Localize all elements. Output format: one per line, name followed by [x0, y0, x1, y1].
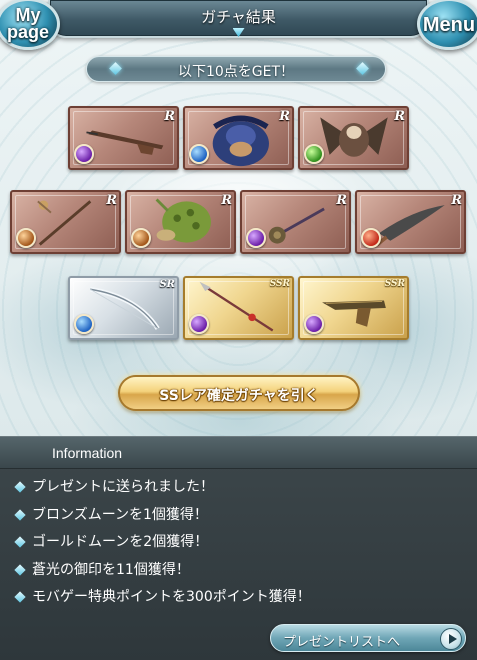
card-5[interactable]: R	[125, 190, 236, 254]
info-text: ゴールドムーンを2個獲得！	[32, 534, 209, 550]
information-title: Information	[52, 445, 123, 461]
menu-label: Menu	[422, 14, 476, 36]
card-10[interactable]: SSR	[298, 276, 409, 340]
card-7[interactable]: R	[355, 190, 466, 254]
information-header: Information	[0, 437, 477, 469]
rarity-badge: SSR	[384, 279, 405, 289]
page-title: ガチャ結果	[201, 8, 276, 26]
dark-element-icon	[74, 144, 94, 164]
water-element-icon	[74, 314, 94, 334]
list-item: 蒼光の御印を11個獲得！	[0, 560, 477, 588]
rarity-badge: R	[394, 109, 405, 124]
diamond-bullet-icon	[14, 591, 26, 603]
list-item: モバゲー特典ポイントを300ポイント獲得！	[0, 587, 477, 615]
present-list-button-label: プレゼントリストへ	[283, 635, 401, 650]
list-item: ゴールドムーンを2個獲得！	[0, 532, 477, 560]
card-1[interactable]: R	[68, 106, 179, 170]
dark-element-icon	[304, 314, 324, 334]
rarity-badge: R	[221, 193, 232, 208]
rarity-badge: R	[164, 109, 175, 124]
rarity-badge: SR	[159, 279, 175, 290]
card-4[interactable]: R	[10, 190, 121, 254]
diamond-bullet-icon	[14, 481, 26, 493]
card-9[interactable]: SSR	[183, 276, 294, 340]
info-text: モバゲー特典ポイントを300ポイント獲得！	[32, 589, 311, 605]
earth-element-icon	[16, 228, 36, 248]
header-gem-icon	[232, 28, 245, 37]
list-item: プレゼントに送られました！	[0, 477, 477, 505]
ssr-gacha-button-label: SSレア確定ガチャを引く	[159, 388, 319, 404]
info-text: プレゼントに送られました！	[32, 479, 214, 495]
diamond-bullet-icon	[14, 563, 26, 576]
rarity-badge: SSR	[269, 279, 290, 289]
fire-element-icon	[361, 228, 381, 248]
water-element-icon	[189, 144, 209, 164]
menu-button[interactable]: Menu	[417, 0, 477, 50]
info-text: 蒼光の御印を11個獲得！	[32, 561, 190, 578]
card-8[interactable]: SR	[68, 276, 179, 340]
mypage-label: My page	[6, 5, 49, 42]
rarity-badge: R	[106, 193, 117, 208]
card-2[interactable]: R	[183, 106, 294, 170]
diamond-bullet-icon	[14, 536, 26, 548]
dark-element-icon	[246, 228, 266, 248]
result-banner: 以下10点をGET！	[86, 56, 386, 82]
information-list: プレゼントに送られました！ ブロンズムーンを1個獲得！ ゴールドムーンを2個獲得…	[0, 477, 477, 615]
dark-element-icon	[189, 314, 209, 334]
wind-element-icon	[304, 144, 324, 164]
rarity-badge: R	[279, 109, 290, 124]
diamond-bullet-icon	[14, 508, 26, 521]
ssr-gacha-button[interactable]: SSレア確定ガチャを引く	[118, 375, 360, 411]
rarity-badge: R	[451, 193, 462, 208]
present-list-button[interactable]: プレゼントリストへ	[270, 624, 466, 652]
arrow-right-icon	[440, 628, 462, 650]
header-bar: ガチャ結果	[48, 0, 429, 38]
earth-element-icon	[131, 228, 151, 248]
rarity-badge: R	[336, 193, 347, 208]
card-3[interactable]: R	[298, 106, 409, 170]
result-banner-text: 以下10点をGET！	[177, 64, 295, 80]
info-text: ブロンズムーンを1個獲得！	[32, 506, 208, 523]
list-item: ブロンズムーンを1個獲得！	[0, 505, 477, 533]
card-6[interactable]: R	[240, 190, 351, 254]
